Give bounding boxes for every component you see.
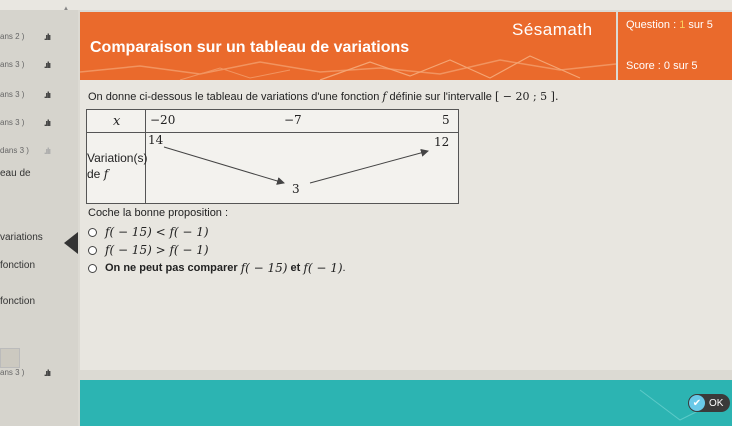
stats-icon: .ılı bbox=[44, 368, 51, 378]
sidebar-item[interactable]: ans 3 ) .ılı bbox=[0, 90, 74, 100]
instruction: Coche la bonne proposition : bbox=[88, 207, 229, 219]
bottom-decoration bbox=[639, 389, 721, 421]
sidebar-text[interactable]: variations bbox=[0, 232, 43, 243]
sidebar-item-label: ans 3 ) bbox=[0, 118, 25, 127]
option-math: f( − 15) bbox=[240, 261, 288, 275]
radio-button[interactable] bbox=[88, 245, 97, 255]
option-text: . bbox=[342, 262, 346, 274]
prompt-math: [ − 20 ; 5 ]. bbox=[494, 90, 559, 103]
header-banner: Sésamath Comparaison sur un tableau de v… bbox=[80, 12, 616, 80]
sidebar-item[interactable]: ans 3 ) .ılı bbox=[0, 118, 74, 128]
stats-icon: .ılı bbox=[44, 146, 51, 156]
page-title: Comparaison sur un tableau de variations bbox=[90, 39, 410, 56]
sidebar-item[interactable]: dans 3 ) .ılı bbox=[0, 146, 74, 156]
ok-label: OK bbox=[709, 397, 724, 409]
x-value: −7 bbox=[284, 113, 302, 127]
option-2[interactable]: f( − 15) > f( − 1) bbox=[88, 243, 209, 257]
question-suffix: sur 5 bbox=[685, 19, 713, 31]
decreasing-arrow bbox=[163, 146, 285, 185]
option-3[interactable]: On ne peut pas comparer f( − 15) et f( −… bbox=[88, 261, 346, 275]
option-text: On ne peut pas comparer bbox=[105, 262, 238, 274]
prompt-text: définie sur l'intervalle bbox=[386, 91, 495, 103]
sidebar-item-label: ans 2 ) bbox=[0, 32, 25, 41]
question-prefix: Question : bbox=[626, 19, 680, 31]
sidebar-text[interactable]: fonction bbox=[0, 296, 35, 307]
check-icon: ✔ bbox=[689, 395, 705, 411]
variation-values-cell: 14 3 12 bbox=[145, 132, 459, 204]
option-math: f( − 15) > f( − 1) bbox=[105, 243, 209, 257]
bottom-bar bbox=[80, 380, 732, 426]
stats-icon: .ılı bbox=[44, 90, 51, 100]
sidebar-item-label: dans 3 ) bbox=[0, 146, 29, 155]
x-value: −20 bbox=[150, 113, 176, 127]
question-prompt: On donne ci-dessous le tableau de variat… bbox=[88, 90, 558, 103]
prompt-text: On donne ci-dessous le tableau de variat… bbox=[88, 91, 383, 103]
sidebar-item[interactable]: ans 2 ) .ılı bbox=[0, 32, 74, 42]
radio-button[interactable] bbox=[88, 227, 97, 237]
sidebar-text[interactable]: fonction bbox=[0, 260, 35, 271]
sidebar-item-label: ans 3 ) bbox=[0, 368, 25, 377]
sidebar-item-label: ans 3 ) bbox=[0, 60, 25, 69]
sidebar-item[interactable]: ans 3 ) .ılı bbox=[0, 60, 74, 70]
variation-label: Variation(s) bbox=[87, 151, 148, 165]
sidebar-item-label: ans 3 ) bbox=[0, 90, 25, 99]
stats-icon: .ılı bbox=[44, 32, 51, 42]
question-counter: Question : 1 sur 5 bbox=[626, 19, 713, 31]
sidebar-thumbnail[interactable] bbox=[0, 348, 20, 368]
status-panel: Question : 1 sur 5 Score : 0 sur 5 bbox=[618, 12, 732, 80]
sidebar: ans 2 ) .ılı ans 3 ) .ılı ans 3 ) .ılı a… bbox=[0, 10, 78, 426]
increasing-arrow bbox=[309, 148, 429, 184]
score-label: Score : 0 sur 5 bbox=[626, 60, 698, 72]
x-values-cell: −20 −7 5 bbox=[145, 109, 459, 133]
variation-table: x −20 −7 5 Variation(s) de f 14 3 12 bbox=[86, 109, 459, 204]
sidebar-item[interactable]: ans 3 ) .ılı bbox=[0, 368, 74, 378]
x-label: x bbox=[113, 114, 121, 129]
variation-label-cell: Variation(s) de f bbox=[86, 132, 148, 204]
sesamath-logo: Sésamath bbox=[512, 20, 593, 39]
collapse-arrow-icon[interactable] bbox=[64, 232, 78, 254]
option-math: f( − 15) < f( − 1) bbox=[105, 225, 209, 239]
stats-icon: .ılı bbox=[44, 60, 51, 70]
top-strip: ▲ bbox=[0, 0, 732, 13]
radio-button[interactable] bbox=[88, 263, 97, 273]
variation-label-text: de bbox=[87, 167, 104, 181]
stats-icon: .ılı bbox=[44, 118, 51, 128]
variation-arrows bbox=[163, 146, 429, 185]
exercise-area: On donne ci-dessous le tableau de variat… bbox=[80, 80, 732, 370]
x-value: 5 bbox=[442, 113, 450, 127]
sidebar-text[interactable]: eau de bbox=[0, 168, 31, 179]
option-text: et bbox=[290, 262, 301, 274]
option-math: f( − 1) bbox=[303, 261, 343, 275]
x-header-cell: x bbox=[86, 109, 146, 133]
option-1[interactable]: f( − 15) < f( − 1) bbox=[88, 225, 209, 239]
variation-label-2: de f bbox=[87, 167, 108, 181]
variation-label-f: f bbox=[103, 167, 109, 181]
ok-button[interactable]: ✔ OK bbox=[688, 394, 730, 412]
